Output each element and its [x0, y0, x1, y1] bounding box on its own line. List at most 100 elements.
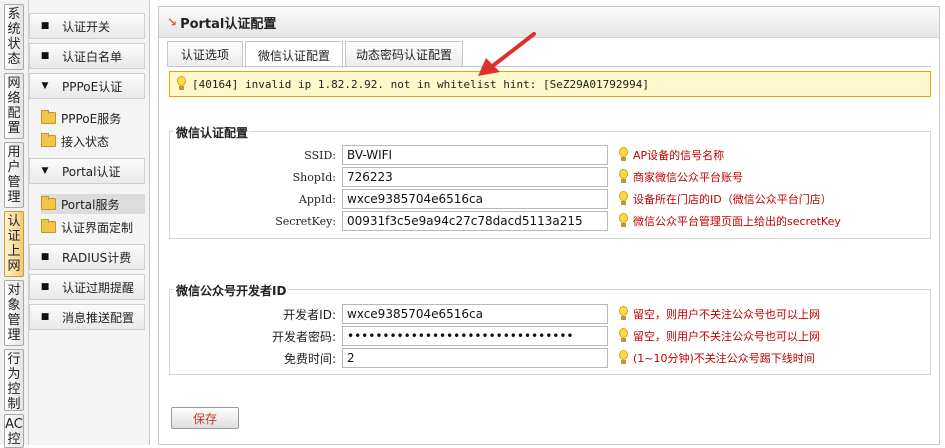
vtab-auth-internet[interactable]: 认证上网 — [4, 211, 24, 277]
hint-text: 留空，则用户不关注公众号也可以上网 — [633, 308, 820, 321]
content-panel: ↘ Portal认证配置 认证选项 微信认证配置 动态密码认证配置 [40164… — [158, 6, 940, 445]
developer-password-input[interactable] — [342, 326, 608, 346]
bullet-icon: ■ — [40, 51, 50, 61]
section-title: 微信公众号开发者ID — [174, 282, 289, 299]
menu-item-auth-whitelist[interactable]: ■ 认证白名单 — [29, 43, 145, 69]
folder-icon — [41, 219, 56, 233]
vtab-user-management[interactable]: 用户管理 — [4, 142, 24, 208]
vtab-system-status[interactable]: 系统状态 — [4, 4, 24, 70]
folder-icon — [41, 196, 56, 210]
submenu-item-access-status[interactable]: 接入状态 — [41, 131, 109, 151]
secretkey-row: SecretKey: 微信公众平台管理页面上给出的secretKey — [170, 211, 841, 231]
appid-row: AppId: 设备所在门店的ID（微信公众平台门店） — [170, 189, 832, 209]
field-label: SecretKey: — [275, 214, 336, 228]
folder-icon — [41, 133, 56, 147]
field-hint: 留空，则用户不关注公众号也可以上网 — [618, 306, 820, 322]
submenu-item-pppoe-service[interactable]: PPPoE服务 — [41, 108, 121, 128]
field-hint: AP设备的信号名称 — [618, 147, 724, 163]
tab-dynamic-password-config[interactable]: 动态密码认证配置 — [345, 41, 463, 67]
field-hint: 微信公众平台管理页面上给出的secretKey — [618, 213, 841, 229]
hint-text: 微信公众平台管理页面上给出的secretKey — [633, 215, 841, 228]
free-time-input[interactable] — [342, 348, 608, 368]
menu-item-label: 认证白名单 — [62, 49, 123, 64]
field-hint: 设备所在门店的ID（微信公众平台门店） — [618, 191, 832, 207]
lightbulb-icon — [618, 350, 629, 366]
lightbulb-icon — [618, 328, 629, 344]
save-button[interactable]: 保存 — [171, 407, 239, 429]
developer-id-row: 开发者ID: 留空，则用户不关注公众号也可以上网 — [170, 304, 820, 324]
hint-text: AP设备的信号名称 — [633, 149, 725, 162]
field-label: 开发者ID: — [283, 307, 336, 322]
lightbulb-icon — [618, 169, 629, 185]
tab-auth-options[interactable]: 认证选项 — [167, 41, 243, 67]
expand-arrow-icon: ▼ — [41, 81, 49, 91]
hint-text: 商家微信公众平台账号 — [633, 171, 743, 184]
submenu-item-label: PPPoE服务 — [61, 111, 122, 126]
menu-item-portal-auth[interactable]: ▼ Portal认证 — [29, 158, 145, 184]
submenu-item-portal-service[interactable]: Portal服务 — [41, 194, 145, 214]
bullet-icon: ■ — [40, 21, 50, 31]
bullet-icon: ■ — [40, 282, 50, 292]
submenu-item-auth-page-custom[interactable]: 认证界面定制 — [41, 217, 133, 237]
corner-arrow-icon: ↘ — [167, 15, 178, 29]
field-hint: (1~10分钟)不关注公众号踢下线时间 — [618, 350, 815, 366]
appid-input[interactable] — [342, 189, 608, 209]
menu-item-label: 认证开关 — [62, 19, 111, 34]
field-label: 免费时间: — [283, 351, 336, 366]
secretkey-input[interactable] — [342, 211, 608, 231]
section-title: 微信认证配置 — [174, 124, 251, 141]
menu-item-auth-expiry-reminder[interactable]: ■ 认证过期提醒 — [29, 274, 145, 300]
menu-item-message-push[interactable]: ■ 消息推送配置 — [29, 304, 145, 330]
menu-item-label: Portal认证 — [62, 164, 121, 179]
submenu-item-label: 接入状态 — [61, 134, 110, 149]
menu-item-pppoe-auth[interactable]: ▼ PPPoE认证 — [29, 73, 145, 99]
lightbulb-icon — [618, 147, 629, 163]
tab-divider — [167, 66, 931, 67]
free-time-row: 免费时间: (1~10分钟)不关注公众号踢下线时间 — [170, 348, 815, 368]
developer-password-row: 开发者密码: 留空，则用户不关注公众号也可以上网 — [170, 326, 820, 346]
vtab-network-config[interactable]: 网络配置 — [4, 73, 24, 139]
lightbulb-icon — [176, 76, 187, 92]
hint-text: 设备所在门店的ID（微信公众平台门店） — [633, 193, 832, 206]
vertical-tab-bar: 系统状态 网络配置 用户管理 认证上网 对象管理 行为控制 AC控制 — [0, 0, 29, 448]
error-alert: [40164] invalid ip 1.82.2.92. not in whi… — [169, 71, 931, 97]
hint-text: (1~10分钟)不关注公众号踢下线时间 — [633, 352, 815, 365]
tab-wechat-auth-config[interactable]: 微信认证配置 — [245, 41, 343, 68]
shopid-row: ShopId: 商家微信公众平台账号 — [170, 167, 743, 187]
ssid-input[interactable] — [342, 145, 608, 165]
menu-item-radius-billing[interactable]: ■ RADIUS计费 — [29, 244, 145, 270]
vtab-ac-control[interactable]: AC控制 — [4, 414, 24, 448]
menu-item-auth-switch[interactable]: ■ 认证开关 — [29, 13, 145, 39]
ssid-row: SSID: AP设备的信号名称 — [170, 145, 724, 165]
field-hint: 商家微信公众平台账号 — [618, 169, 743, 185]
wechat-config-section: 微信认证配置 SSID: AP设备的信号名称 ShopId: 商家微信公众平台账… — [169, 124, 931, 239]
bullet-icon: ■ — [40, 252, 50, 262]
field-label: AppId: — [298, 192, 336, 206]
alert-message: [40164] invalid ip 1.82.2.92. not in whi… — [192, 77, 649, 91]
menu-item-label: 认证过期提醒 — [62, 280, 135, 295]
vtab-behavior-control[interactable]: 行为控制 — [4, 349, 24, 411]
lightbulb-icon — [618, 213, 629, 229]
vtab-object-management[interactable]: 对象管理 — [4, 280, 24, 346]
page-title: Portal认证配置 — [180, 16, 277, 32]
expand-arrow-icon: ▼ — [41, 166, 49, 176]
field-label: ShopId: — [292, 170, 336, 184]
panel-header: ↘ Portal认证配置 — [159, 7, 939, 38]
hint-text: 留空，则用户不关注公众号也可以上网 — [633, 330, 820, 343]
field-label: 开发者密码: — [271, 329, 336, 344]
menu-item-label: RADIUS计费 — [62, 250, 132, 265]
submenu-item-label: Portal服务 — [61, 197, 120, 212]
bullet-icon: ■ — [40, 312, 50, 322]
developer-id-section: 微信公众号开发者ID 开发者ID: 留空，则用户不关注公众号也可以上网 开发者密… — [169, 282, 931, 375]
developer-id-input[interactable] — [342, 304, 608, 324]
shopid-input[interactable] — [342, 167, 608, 187]
field-hint: 留空，则用户不关注公众号也可以上网 — [618, 328, 820, 344]
field-label: SSID: — [304, 148, 336, 162]
folder-icon — [41, 110, 56, 124]
menu-item-label: 消息推送配置 — [62, 310, 135, 325]
side-menu: ■ 认证开关 ■ 认证白名单 ▼ PPPoE认证 PPPoE服务 接入状态 ▼ … — [29, 0, 150, 445]
lightbulb-icon — [618, 306, 629, 322]
menu-item-label: PPPoE认证 — [62, 79, 123, 94]
submenu-item-label: 认证界面定制 — [61, 220, 134, 235]
lightbulb-icon — [618, 191, 629, 207]
